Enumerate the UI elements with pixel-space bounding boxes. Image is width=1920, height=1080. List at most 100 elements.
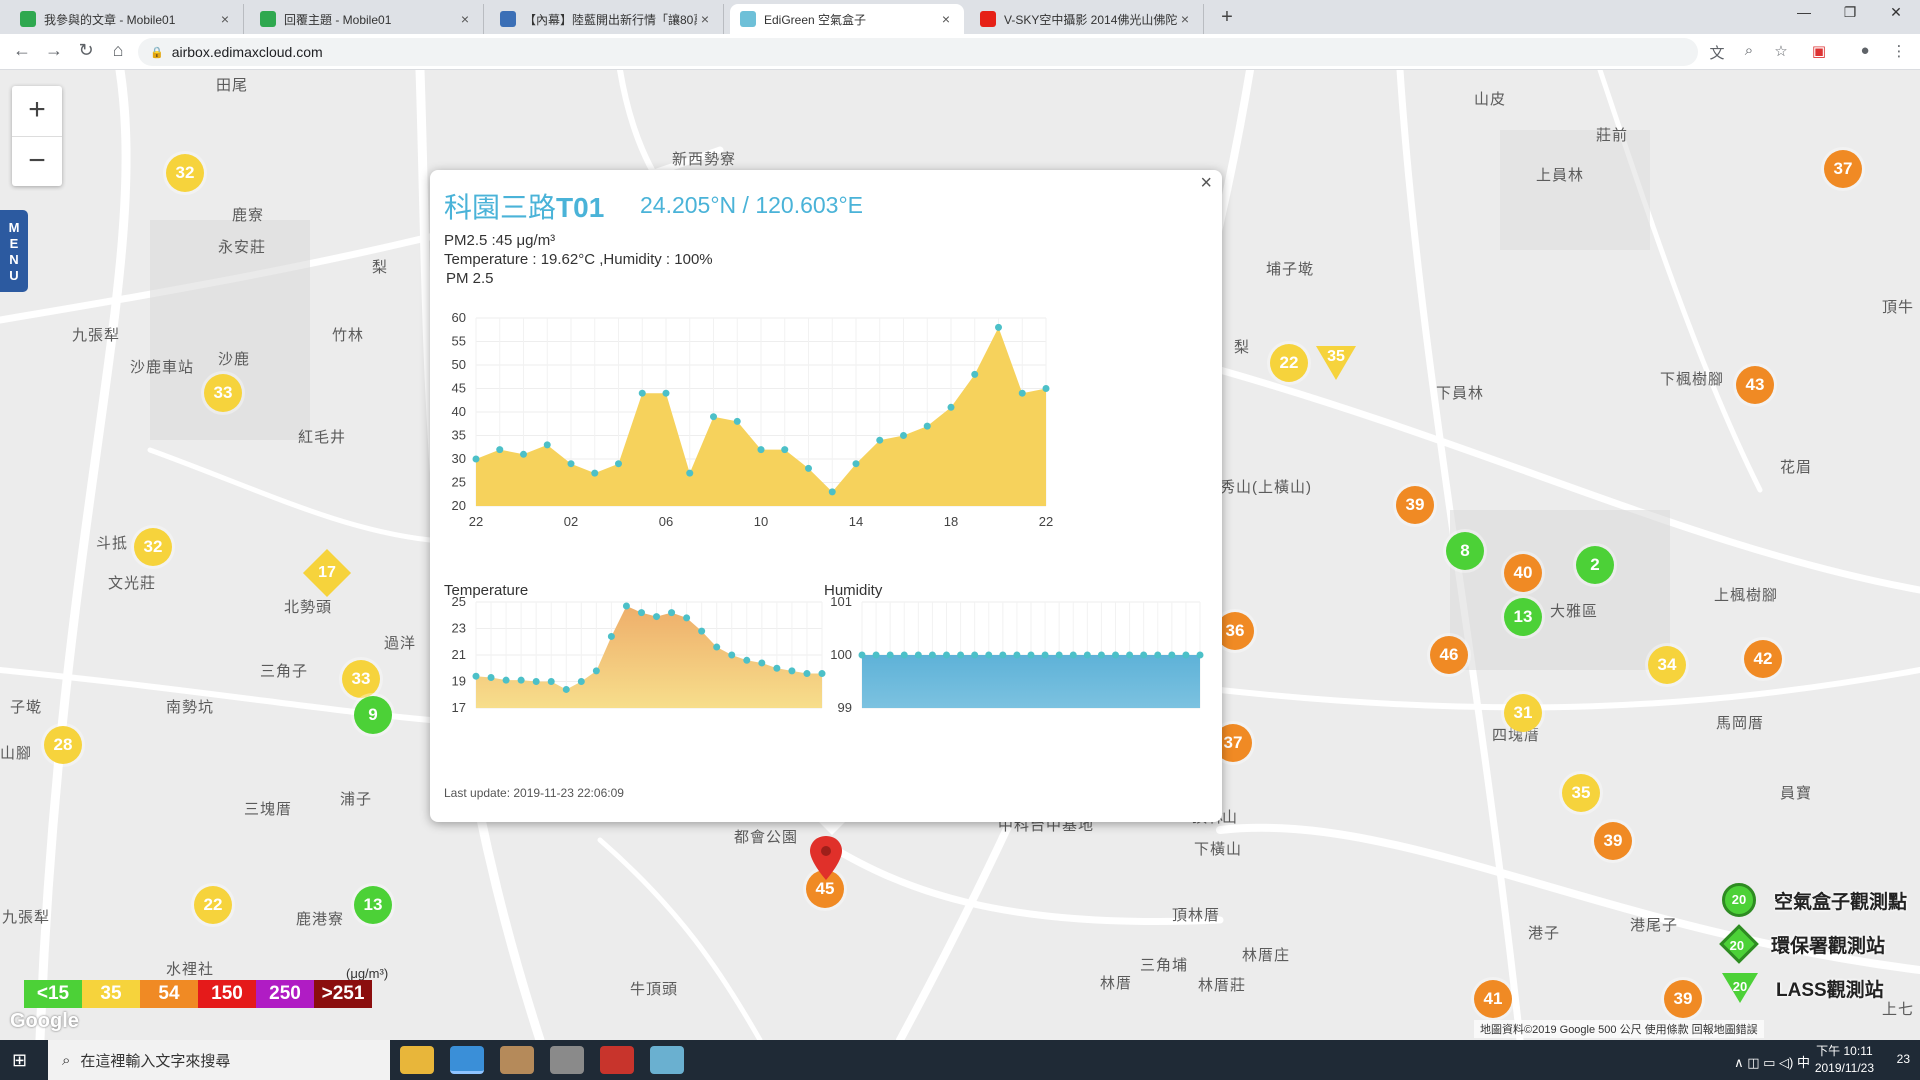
map-place-label: 沙鹿車站	[130, 359, 195, 376]
airbox-marker[interactable]: 37	[1824, 150, 1862, 188]
menu-tab[interactable]: M E N U	[0, 210, 28, 292]
legend-bin: 54	[140, 980, 198, 1008]
address-bar[interactable]: 🔒 airbox.edimaxcloud.com	[138, 38, 1698, 66]
browser-tab[interactable]: 【內幕】陸藍開出新行情「讓80萬 ×	[490, 4, 724, 34]
airbox-marker[interactable]: 35	[1562, 774, 1600, 812]
profile-icon[interactable]: ●	[1854, 42, 1876, 59]
tab-close-icon[interactable]: ×	[457, 11, 473, 27]
x-tick-label: 14	[849, 514, 863, 529]
browser-tab[interactable]: EdiGreen 空氣盒子 ×	[730, 4, 964, 34]
airbox-marker[interactable]: 43	[1736, 366, 1774, 404]
data-point	[543, 441, 551, 449]
zoom-out-button[interactable]: −	[12, 136, 62, 186]
data-point	[1027, 651, 1035, 659]
popup-pointer	[818, 821, 846, 835]
lass-station-marker[interactable]: 35	[1316, 346, 1356, 380]
airbox-marker[interactable]: 31	[1504, 694, 1542, 732]
zoom-icon[interactable]: ⌕	[1738, 42, 1760, 59]
map-place-label: 沙鹿	[218, 351, 251, 368]
browser-tab[interactable]: V-SKY空中攝影 2014佛光山佛陀 ×	[970, 4, 1204, 34]
airbox-marker[interactable]: 22	[194, 886, 232, 924]
airbox-marker[interactable]: 22	[1270, 344, 1308, 382]
station-key-row: 20 空氣盒子觀測點	[1722, 880, 1907, 920]
tab-close-icon[interactable]: ×	[938, 11, 954, 27]
taskbar-search-placeholder: 在這裡輸入文字來搜尋	[80, 1052, 231, 1070]
browser-tab[interactable]: 我參與的文章 - Mobile01 ×	[10, 4, 244, 34]
extension-icon[interactable]: ▣	[1808, 42, 1830, 60]
legend-bin: >251	[314, 980, 372, 1008]
data-point	[638, 389, 646, 397]
data-point	[567, 460, 575, 468]
airbox-marker[interactable]: 9	[354, 696, 392, 734]
app-icon[interactable]	[600, 1046, 634, 1074]
airbox-marker[interactable]: 32	[166, 154, 204, 192]
reload-icon[interactable]: ↻	[74, 40, 98, 61]
y-tick-label: 40	[452, 404, 466, 419]
data-point	[472, 672, 480, 680]
airbox-marker[interactable]: 13	[354, 886, 392, 924]
map-place-label: 田尾	[216, 77, 249, 94]
airbox-marker[interactable]: 32	[134, 528, 172, 566]
data-point	[985, 651, 993, 659]
minimize-icon[interactable]: —	[1784, 4, 1824, 20]
clock[interactable]: 下午 10:11 2019/11/23	[1815, 1043, 1874, 1077]
map-footer: 地圖資料©2019 Google 500 公尺 使用條款 回報地圖錯誤	[1474, 1020, 1764, 1038]
airbox-marker[interactable]: 33	[204, 374, 242, 412]
translate-icon[interactable]: 文	[1706, 42, 1728, 63]
new-tab-button[interactable]: +	[1214, 6, 1240, 29]
data-point	[653, 613, 661, 621]
app-icon[interactable]	[650, 1046, 684, 1074]
notification-center-icon[interactable]: 23	[1897, 1052, 1910, 1066]
bookmark-star-icon[interactable]: ☆	[1770, 42, 1792, 60]
selected-location-pin-icon[interactable]	[810, 836, 842, 880]
airbox-marker[interactable]: 39	[1396, 486, 1434, 524]
station-key-value: 20	[1731, 892, 1747, 907]
tab-close-icon[interactable]: ×	[217, 11, 233, 27]
forward-icon[interactable]: →	[42, 40, 66, 61]
tab-title: 回覆主題 - Mobile01	[284, 12, 392, 27]
tab-close-icon[interactable]: ×	[697, 11, 713, 27]
airbox-marker[interactable]: 42	[1744, 640, 1782, 678]
taskbar-search[interactable]: ⌕ 在這裡輸入文字來搜尋	[48, 1040, 390, 1080]
airbox-marker[interactable]: 46	[1430, 636, 1468, 674]
map-place-label: 上員林	[1536, 167, 1585, 184]
tab-title: V-SKY空中攝影 2014佛光山佛陀	[1004, 12, 1177, 27]
data-point	[502, 676, 510, 684]
airbox-marker[interactable]: 40	[1504, 554, 1542, 592]
airbox-marker[interactable]: 28	[44, 726, 82, 764]
airbox-marker[interactable]: 13	[1504, 598, 1542, 636]
file-explorer-icon[interactable]	[400, 1046, 434, 1074]
menu-kebab-icon[interactable]: ⋮	[1888, 42, 1910, 60]
chrome-icon[interactable]	[450, 1046, 484, 1074]
lock-icon: 🔒	[150, 46, 164, 59]
restore-icon[interactable]: ❐	[1830, 4, 1870, 21]
x-tick-label: 10	[754, 514, 768, 529]
map-place-label: 都會公園	[734, 829, 799, 846]
map-place-label: 梨	[1234, 339, 1251, 356]
airbox-marker[interactable]: 41	[1474, 980, 1512, 1018]
browser-tab[interactable]: 回覆主題 - Mobile01 ×	[250, 4, 484, 34]
airbox-marker[interactable]: 33	[342, 660, 380, 698]
home-icon[interactable]: ⌂	[106, 40, 130, 61]
airbox-marker[interactable]: 34	[1648, 646, 1686, 684]
airbox-marker[interactable]: 2	[1576, 546, 1614, 584]
airbox-marker[interactable]: 39	[1594, 822, 1632, 860]
windows-start-icon[interactable]: ⊞	[12, 1050, 27, 1071]
tab-favicon-icon	[20, 11, 36, 27]
epa-station-marker[interactable]: 17	[302, 548, 352, 598]
data-point	[1018, 389, 1026, 397]
map-place-label: 上楓樹腳	[1714, 587, 1779, 604]
zoom-in-button[interactable]: +	[12, 86, 62, 136]
tab-close-icon[interactable]: ×	[1177, 11, 1193, 27]
system-tray[interactable]: ∧ ◫ ▭ ◁) 中	[1734, 1052, 1810, 1071]
app-icon[interactable]	[550, 1046, 584, 1074]
pm25-legend: <15 35 54 150 250 >251	[24, 980, 372, 1008]
close-window-icon[interactable]: ✕	[1876, 4, 1916, 21]
map-canvas[interactable]: 田尾 新西勢寮 鹿寮 永安莊 九張犁 沙鹿 竹林 沙鹿車站 紅毛井 斗抵 文光莊 北勢頭 三角子 過洋 南勢…	[0, 70, 1920, 1040]
map-place-label: 梨	[372, 259, 389, 276]
legend-bin: 35	[82, 980, 140, 1008]
app-icon[interactable]	[500, 1046, 534, 1074]
data-point	[577, 678, 585, 685]
airbox-marker[interactable]: 8	[1446, 532, 1484, 570]
back-icon[interactable]: ←	[10, 40, 34, 61]
